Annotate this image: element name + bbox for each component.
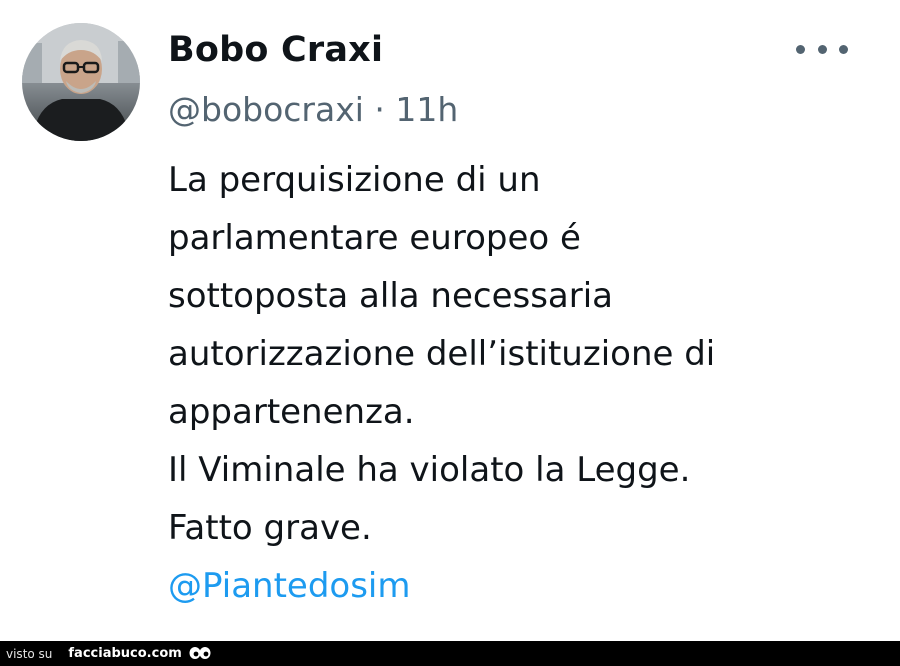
tweet-text-line: parlamentare europeo é [168, 218, 581, 258]
eyes-icon [188, 646, 212, 662]
avatar-portrait [22, 23, 140, 141]
author-meta: @bobocraxi · 11h [168, 90, 458, 129]
tweet-text-line: Il Viminale ha violato la Legge. [168, 450, 691, 490]
tweet-text: La perquisizione di un parlamentare euro… [168, 151, 868, 615]
tweet-text-line: Fatto grave. [168, 508, 372, 548]
watermark-footer: visto su facciabuco.com [0, 641, 900, 666]
post-time[interactable]: 11h [395, 90, 458, 129]
more-horizontal-icon[interactable] [796, 34, 848, 64]
mention-link[interactable]: @Piantedosim [168, 557, 868, 615]
more-dot [796, 44, 805, 54]
tweet-text-line: autorizzazione dell’istituzione di [168, 334, 716, 374]
footer-visto-su: visto su [6, 646, 53, 661]
tweet-text-line: La perquisizione di un [168, 160, 541, 200]
previous-post-remnant [0, 0, 900, 8]
author-handle[interactable]: @bobocraxi [168, 90, 364, 129]
tweet-text-line: sottoposta alla necessaria [168, 276, 614, 316]
footer-site[interactable]: facciabuco.com [68, 646, 181, 661]
author-name[interactable]: Bobo Craxi [168, 30, 383, 70]
tweet-text-line: appartenenza. [168, 392, 415, 432]
more-dot [839, 44, 848, 54]
avatar[interactable] [22, 23, 140, 141]
more-dot [817, 44, 827, 54]
meta-separator: · [374, 90, 385, 129]
